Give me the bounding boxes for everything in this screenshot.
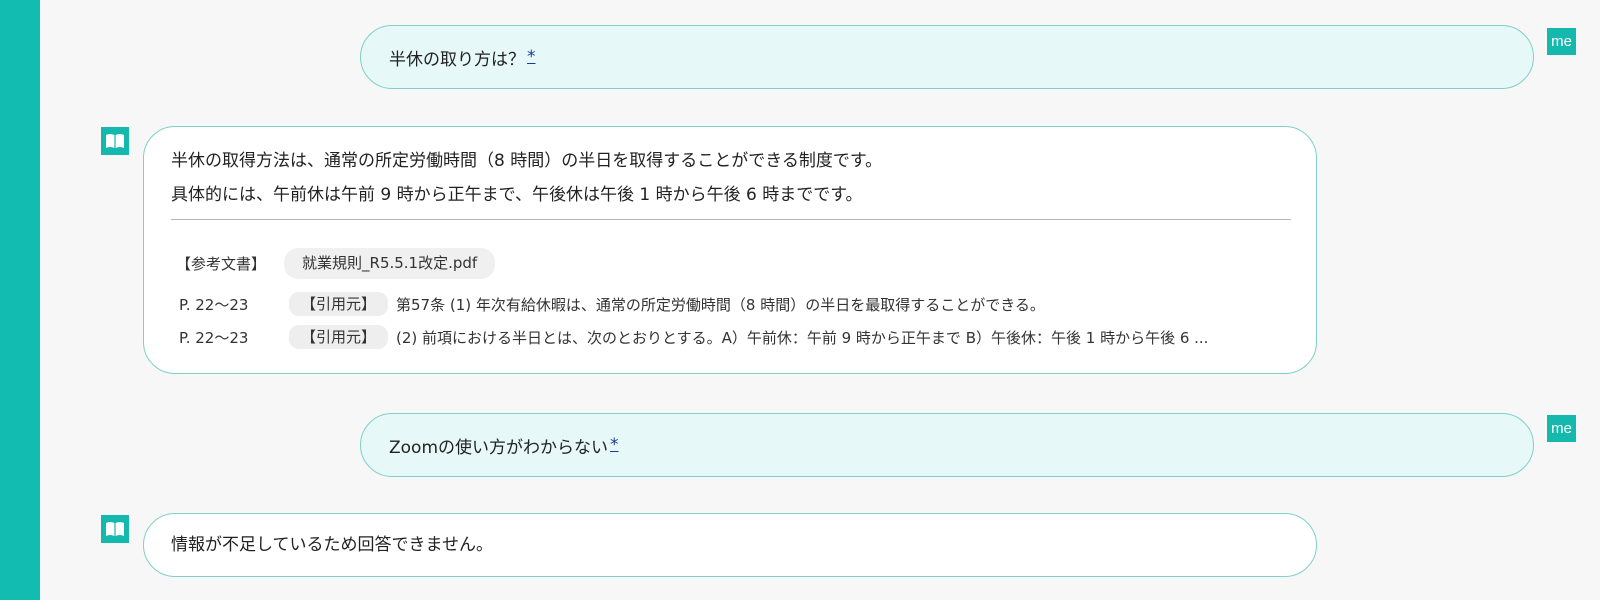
answer-line: 情報が不足しているため回答できません。 <box>171 535 493 555</box>
citation-row: P. 22～23 【引用元】 第57条 (1) 年次有給休暇は、通常の所定労働時… <box>179 292 1045 316</box>
bot-answer-bubble: 情報が不足しているため回答できません。 <box>143 513 1317 577</box>
left-rail <box>0 0 40 600</box>
citation-source-tag[interactable]: 【引用元】 <box>289 325 389 349</box>
reference-label: 【参考文書】 <box>176 255 267 273</box>
citation-page: P. 22～23 <box>179 328 249 347</box>
user-avatar: me <box>1547 415 1576 442</box>
reference-document-chip[interactable]: 就業規則_R5.5.1改定.pdf <box>284 248 496 279</box>
answer-line: 半休の取得方法は、通常の所定労働時間（8 時間）の半日を取得することができる制度… <box>171 151 883 171</box>
book-icon <box>101 127 129 155</box>
citation-page: P. 22～23 <box>179 295 249 314</box>
user-message-text: Zoomの使い方がわからない <box>389 437 609 458</box>
divider <box>171 219 1291 220</box>
reference-row: 【参考文書】 就業規則_R5.5.1改定.pdf <box>176 248 496 279</box>
user-message-bubble: Zoomの使い方がわからない * <box>360 413 1534 477</box>
answer-line: 具体的には、午前休は午前 9 時から正午まで、午後休は午後 1 時から午後 6 … <box>171 185 863 205</box>
user-message-text: 半休の取り方は？ <box>389 49 525 70</box>
citation-text: (2) 前項における半日とは、次のとおりとする。A）午前休：午前 9 時から正午… <box>396 328 1209 347</box>
citation-row: P. 22～23 【引用元】 (2) 前項における半日とは、次のとおりとする。A… <box>179 325 1208 349</box>
citation-source-tag[interactable]: 【引用元】 <box>289 292 389 316</box>
message-detail-link[interactable]: * <box>610 435 619 455</box>
user-message-bubble: 半休の取り方は？ * <box>360 25 1534 89</box>
user-avatar: me <box>1547 28 1576 55</box>
book-icon <box>101 515 129 543</box>
citation-text: 第57条 (1) 年次有給休暇は、通常の所定労働時間（8 時間）の半日を最取得す… <box>396 295 1045 314</box>
message-detail-link[interactable]: * <box>527 47 536 67</box>
bot-answer-bubble: 半休の取得方法は、通常の所定労働時間（8 時間）の半日を取得することができる制度… <box>143 126 1317 374</box>
